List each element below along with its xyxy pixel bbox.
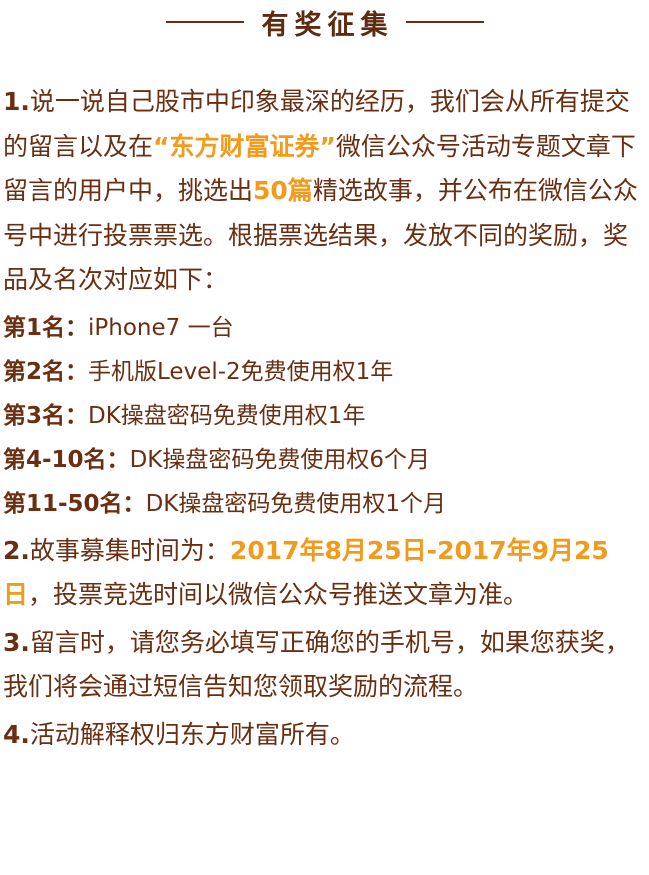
prize-row: 第11-50名：DK操盘密码免费使用权1个月 <box>3 482 646 526</box>
prize-name: iPhone7 一台 <box>88 314 234 341</box>
prize-name: DK操盘密码免费使用权1年 <box>88 402 366 429</box>
prize-row: 第2名：手机版Level-2免费使用权1年 <box>3 350 646 394</box>
rule-number: 2. <box>3 535 30 565</box>
rule-item-3: 3.留言时，请您务必填写正确您的手机号，如果您获奖，我们将会通过短信告知您领取奖… <box>3 621 646 710</box>
rule-number: 1. <box>3 87 30 116</box>
rule-text: 故事募集时间为： <box>29 535 230 565</box>
rules-content: 1.说一说自己股市中印象最深的经历，我们会从所有提交的留言以及在“东方财富证券”… <box>3 80 646 757</box>
header-left-rule <box>165 21 244 23</box>
rule-text: 活动解释权归东方财富所有。 <box>29 719 355 749</box>
page-title: 有奖征集 <box>261 9 394 41</box>
rule-item-1: 1.说一说自己股市中印象最深的经历，我们会从所有提交的留言以及在“东方财富证券”… <box>3 80 646 303</box>
prize-rank: 第3名： <box>3 402 89 429</box>
wechat-account-highlight: “东方财富证券” <box>153 131 336 161</box>
story-count-highlight: 50篇 <box>253 176 313 205</box>
prize-rank: 第2名： <box>3 358 89 385</box>
prize-rank: 第11-50名： <box>3 490 146 517</box>
rule-number: 4. <box>3 719 30 749</box>
prize-name: 手机版Level-2免费使用权1年 <box>88 358 394 385</box>
rule-number: 3. <box>3 627 30 657</box>
section-header: 有奖征集 <box>0 2 649 42</box>
prize-rank: 第1名： <box>3 314 89 341</box>
rule-item-4: 4.活动解释权归东方财富所有。 <box>3 713 646 758</box>
prize-rank: 第4-10名： <box>3 446 130 473</box>
prize-row: 第1名：iPhone7 一台 <box>3 306 646 350</box>
prize-name: DK操盘密码免费使用权1个月 <box>145 490 446 517</box>
header-right-rule <box>405 21 484 23</box>
rule-text: 留言时，请您务必填写正确您的手机号，如果您获奖，我们将会通过短信告知您领取奖励的… <box>3 627 630 702</box>
prize-row: 第4-10名：DK操盘密码免费使用权6个月 <box>3 438 646 482</box>
rule-text: ，投票竞选时间以微信公众号推送文章为准。 <box>28 580 529 609</box>
prize-list: 第1名：iPhone7 一台 第2名：手机版Level-2免费使用权1年 第3名… <box>3 306 646 526</box>
prize-row: 第3名：DK操盘密码免费使用权1年 <box>3 394 646 438</box>
rule-item-2: 2.故事募集时间为：2017年8月25日-2017年9月25日，投票竞选时间以微… <box>3 529 646 618</box>
prize-name: DK操盘密码免费使用权6个月 <box>129 446 430 473</box>
